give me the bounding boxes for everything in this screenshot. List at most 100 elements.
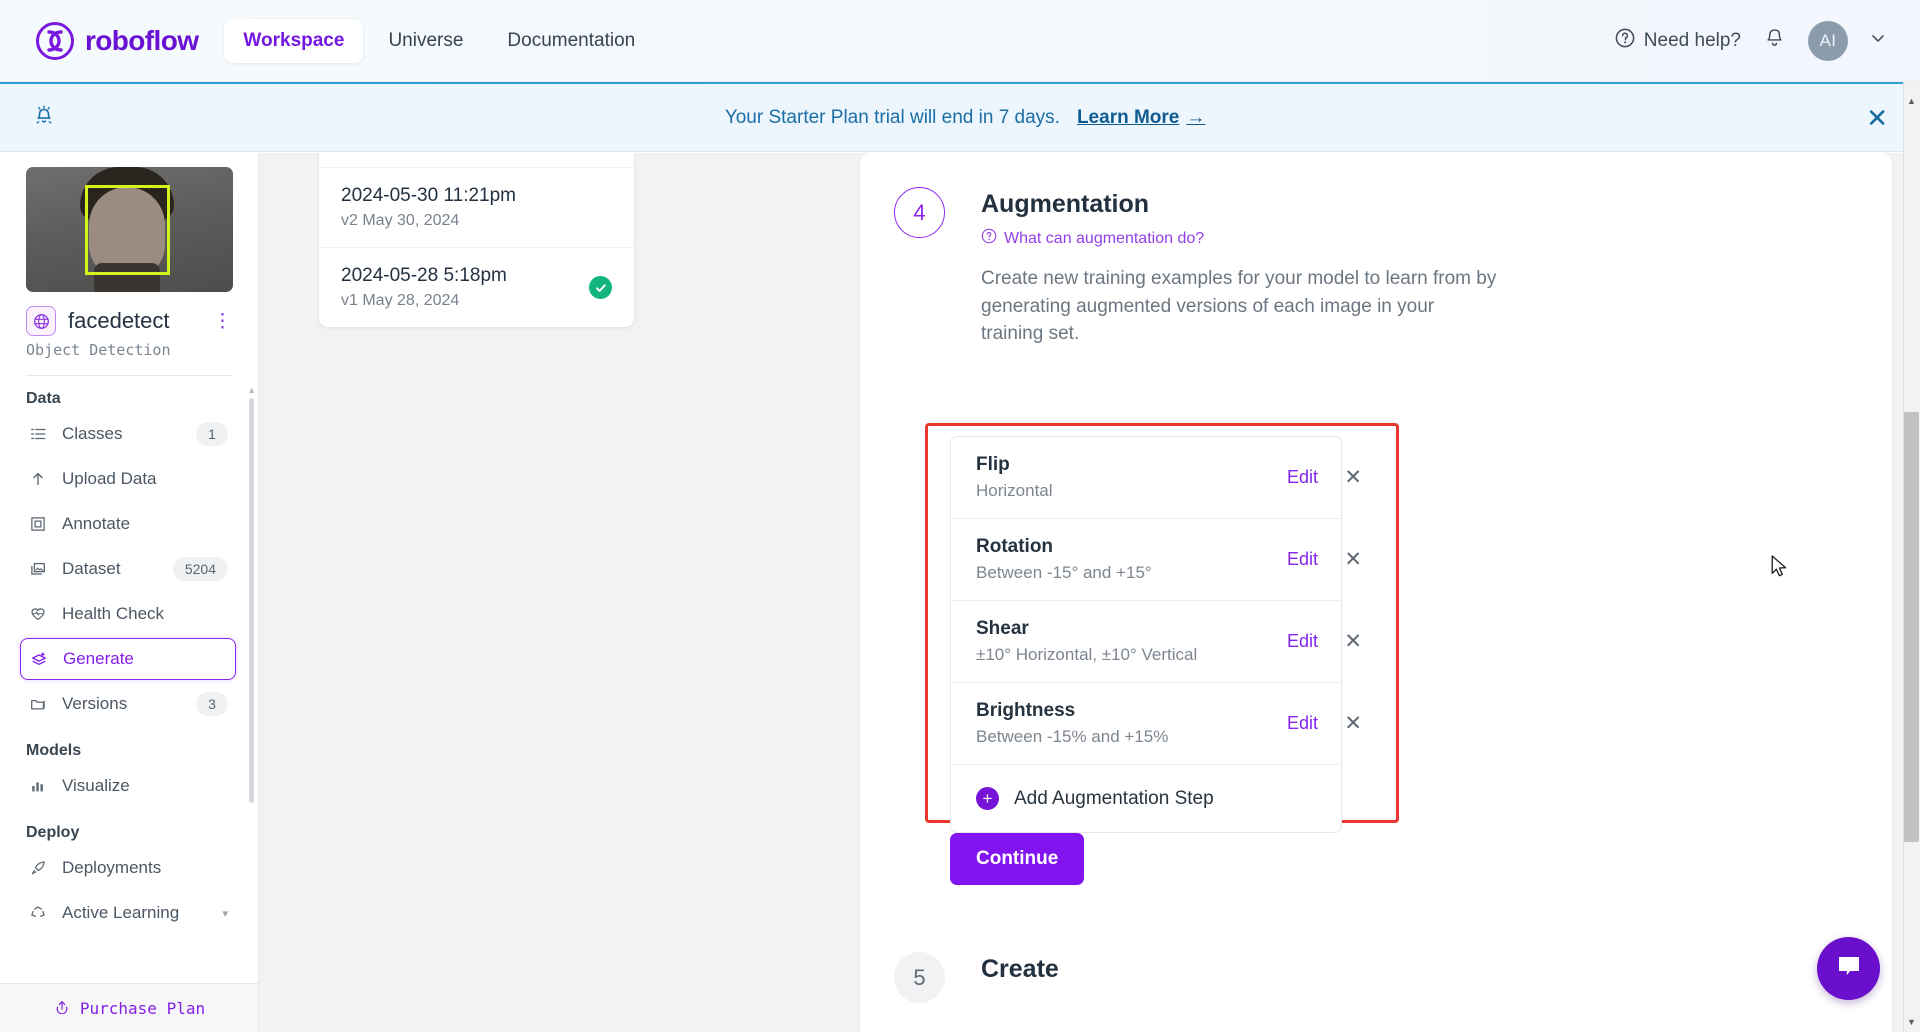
sidebar-item-health-check[interactable]: Health Check bbox=[20, 593, 236, 635]
step-4-number: 4 bbox=[894, 187, 945, 238]
rocket-icon bbox=[28, 859, 48, 877]
chat-bubble-icon bbox=[1834, 951, 1864, 986]
continue-button[interactable]: Continue bbox=[950, 833, 1085, 885]
sidebar-item-deployments[interactable]: Deployments bbox=[20, 847, 236, 889]
augmentation-row-rotation: Rotation Between -15° and +15° Edit ✕ bbox=[951, 519, 1362, 601]
page-scrollbar-thumb[interactable] bbox=[1904, 412, 1919, 842]
sidebar-badge-versions: 3 bbox=[196, 692, 228, 716]
sidebar-label-classes: Classes bbox=[62, 424, 123, 443]
heartbeat-icon bbox=[28, 605, 48, 623]
sidebar-item-active-learning[interactable]: Active Learning ▾ bbox=[20, 892, 236, 934]
kebab-menu-icon[interactable]: ⋮ bbox=[213, 310, 232, 333]
page-scrollbar[interactable]: ▲ ▼ bbox=[1903, 82, 1920, 1032]
notification-bell-icon[interactable] bbox=[1763, 27, 1786, 55]
sidebar-item-annotate[interactable]: Annotate bbox=[20, 503, 236, 545]
version-row-v2[interactable]: 2024-05-30 11:21pm v2 May 30, 2024 bbox=[319, 168, 634, 248]
version-row-v3[interactable]: 2024-05-31 1:04pm v3 May 31, 2024 bbox=[319, 153, 634, 168]
edit-flip-button[interactable]: Edit bbox=[1287, 467, 1318, 488]
arrow-right-icon: → bbox=[1186, 106, 1206, 128]
edit-rotation-button[interactable]: Edit bbox=[1287, 549, 1318, 570]
version-title: 2024-05-30 11:21pm bbox=[341, 185, 516, 206]
brand-logo[interactable]: roboflow bbox=[36, 21, 199, 60]
sidebar-group-title-deploy: Deploy bbox=[26, 824, 80, 841]
purchase-plan-label: Purchase Plan bbox=[79, 998, 206, 1018]
add-augmentation-step-label: Add Augmentation Step bbox=[1014, 787, 1214, 809]
augmentation-name: Flip bbox=[976, 454, 1010, 475]
version-subtitle: v2 May 30, 2024 bbox=[341, 212, 460, 229]
need-help-button[interactable]: Need help? bbox=[1615, 28, 1741, 54]
project-type: Object Detection bbox=[26, 341, 171, 359]
augmentation-help-label: What can augmentation do? bbox=[1004, 229, 1205, 247]
generate-steps-panel: 4 Augmentation What can augmentation do?… bbox=[860, 153, 1892, 1032]
question-circle-icon bbox=[981, 228, 997, 249]
upload-circle-icon bbox=[54, 998, 70, 1018]
banner-message: Your Starter Plan trial will end in 7 da… bbox=[724, 106, 1060, 128]
upload-arrow-icon bbox=[28, 470, 48, 488]
sidebar-label-deployments: Deployments bbox=[62, 858, 162, 877]
augmentation-name: Rotation bbox=[976, 536, 1054, 557]
augmentation-row-shear: Shear ±10° Horizontal, ±10° Vertical Edi… bbox=[951, 601, 1362, 683]
need-help-label: Need help? bbox=[1643, 29, 1741, 51]
remove-brightness-icon[interactable]: ✕ bbox=[1344, 711, 1362, 736]
remove-flip-icon[interactable]: ✕ bbox=[1344, 465, 1362, 490]
sidebar-label-versions: Versions bbox=[62, 694, 128, 713]
sidebar-badge-dataset: 5204 bbox=[172, 557, 228, 581]
sidebar-item-classes[interactable]: Classes 1 bbox=[20, 413, 236, 455]
sidebar-item-generate[interactable]: Generate bbox=[20, 638, 236, 680]
bar-chart-icon bbox=[28, 777, 48, 795]
augmentation-row-brightness: Brightness Between -15% and +15% Edit ✕ bbox=[951, 683, 1362, 765]
sidebar-scrollbar[interactable] bbox=[249, 398, 254, 803]
roboflow-logo-icon bbox=[36, 21, 74, 60]
scroll-down-arrow-icon[interactable]: ▼ bbox=[1903, 1013, 1920, 1030]
augmentation-list: Flip Horizontal Edit ✕ Rotation Between … bbox=[950, 436, 1362, 833]
chevron-down-icon[interactable] bbox=[1870, 30, 1886, 51]
versions-list: 2024-05-31 1:04pm v3 May 31, 2024 2024-0… bbox=[319, 153, 634, 327]
sidebar-item-versions[interactable]: Versions 3 bbox=[20, 683, 236, 725]
sidebar-label-visualize: Visualize bbox=[62, 776, 130, 795]
close-icon[interactable]: ✕ bbox=[1866, 105, 1888, 131]
sidebar-label-upload-data: Upload Data bbox=[62, 469, 157, 488]
sidebar-item-upload-data[interactable]: Upload Data bbox=[20, 458, 236, 500]
purchase-plan-button[interactable]: Purchase Plan bbox=[0, 983, 258, 1032]
mouse-pointer-icon bbox=[1771, 555, 1791, 586]
nav-link-documentation[interactable]: Documentation bbox=[488, 19, 654, 63]
project-thumbnail-wrap bbox=[0, 153, 258, 292]
augmentation-value: ±10° Horizontal, ±10° Vertical bbox=[976, 645, 1198, 664]
top-nav-right-cluster: Need help? AI bbox=[1615, 20, 1886, 61]
learn-more-link[interactable]: Learn More → bbox=[1077, 107, 1205, 129]
step-5-header: 5 Create bbox=[860, 918, 1892, 1003]
sidebar-label-dataset: Dataset bbox=[62, 559, 121, 578]
edit-brightness-button[interactable]: Edit bbox=[1287, 713, 1318, 734]
thumbnail-bounding-box bbox=[85, 185, 170, 275]
add-augmentation-step-button[interactable]: + Add Augmentation Step bbox=[951, 765, 1341, 832]
top-navigation-bar: roboflow Workspace Universe Documentatio… bbox=[0, 0, 1920, 82]
remove-shear-icon[interactable]: ✕ bbox=[1344, 629, 1362, 654]
sidebar-item-dataset[interactable]: Dataset 5204 bbox=[20, 548, 236, 590]
project-thumbnail bbox=[26, 167, 233, 292]
augmentation-value: Between -15° and +15° bbox=[976, 563, 1152, 582]
chat-support-button[interactable] bbox=[1817, 937, 1880, 1000]
learn-more-label: Learn More bbox=[1076, 106, 1180, 128]
sidebar-badge-classes: 1 bbox=[196, 422, 228, 446]
sidebar-scroll-up-icon[interactable]: ▲ bbox=[247, 385, 256, 395]
chevron-down-icon[interactable]: ▾ bbox=[222, 907, 228, 920]
avatar[interactable]: AI bbox=[1808, 20, 1848, 61]
step-5-title: Create bbox=[981, 955, 1059, 983]
version-generated-check-icon bbox=[589, 276, 612, 299]
nav-link-workspace[interactable]: Workspace bbox=[224, 18, 364, 63]
sidebar-label-generate: Generate bbox=[63, 649, 134, 668]
remove-rotation-icon[interactable]: ✕ bbox=[1344, 547, 1362, 572]
sidebar-item-visualize[interactable]: Visualize bbox=[20, 765, 236, 807]
nav-link-universe[interactable]: Universe bbox=[369, 19, 482, 63]
sidebar-label-active-learning: Active Learning bbox=[62, 903, 180, 922]
images-icon bbox=[28, 560, 48, 578]
sidebar-group-title-data: Data bbox=[26, 390, 61, 407]
version-row-v1[interactable]: 2024-05-28 5:18pm v1 May 28, 2024 bbox=[319, 248, 634, 327]
brand-name: roboflow bbox=[85, 24, 199, 56]
edit-shear-button[interactable]: Edit bbox=[1287, 631, 1318, 652]
scroll-up-arrow-icon[interactable]: ▲ bbox=[1903, 92, 1920, 109]
list-icon bbox=[28, 425, 48, 443]
augmentation-help-link[interactable]: What can augmentation do? bbox=[981, 228, 1204, 249]
folder-icon bbox=[28, 695, 48, 713]
sidebar-group-title-models: Models bbox=[26, 742, 82, 759]
